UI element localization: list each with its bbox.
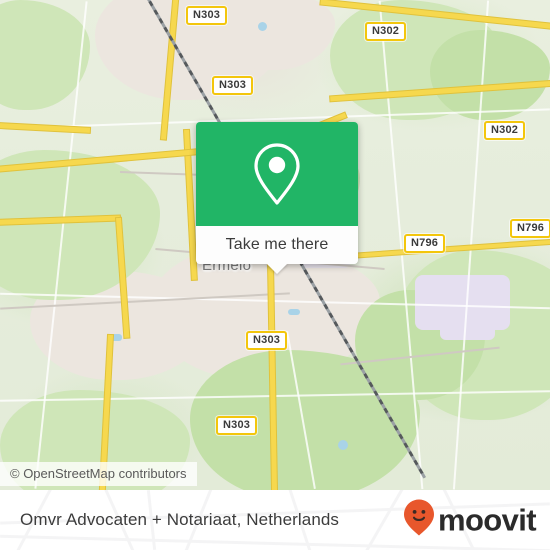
screenshot-root: N303 N302 N303 N302 N796 N796 N303 N303 Ermelo … — [0, 0, 550, 550]
map-road-shield: N303 — [186, 6, 228, 25]
map-road-shield: N303 — [216, 416, 258, 435]
footer-bar: Omvr Advocaten + Notariaat, Netherlands … — [0, 490, 550, 550]
map-road-shield: N303 — [212, 76, 254, 95]
map-pin-icon — [249, 141, 305, 207]
map-canvas[interactable]: N303 N302 N303 N302 N796 N796 N303 N303 Ermelo … — [0, 0, 550, 490]
popup-card-action[interactable]: Take me there — [196, 226, 358, 274]
map-road-shield: N303 — [246, 331, 288, 350]
map-water — [288, 309, 300, 315]
map-road-shield: N302 — [484, 121, 526, 140]
popup-pointer-icon — [266, 263, 288, 274]
footer-place-title: Omvr Advocaten + Notariaat, Netherlands — [20, 510, 340, 529]
map-water — [258, 22, 267, 31]
map-water — [338, 440, 348, 450]
map-road-shield: N796 — [404, 234, 446, 253]
location-popup-card[interactable]: Take me there — [196, 122, 358, 274]
moovit-wordmark: moovit — [437, 502, 537, 538]
take-me-there-label: Take me there — [225, 236, 329, 253]
map-road-shield: N796 — [510, 219, 550, 238]
moovit-logo[interactable]: moovit — [403, 499, 537, 542]
popup-card-header — [196, 122, 358, 226]
osm-attribution[interactable]: © OpenStreetMap contributors — [0, 462, 197, 486]
moovit-smiley-pin-icon — [403, 499, 435, 542]
map-road-shield: N302 — [365, 22, 407, 41]
